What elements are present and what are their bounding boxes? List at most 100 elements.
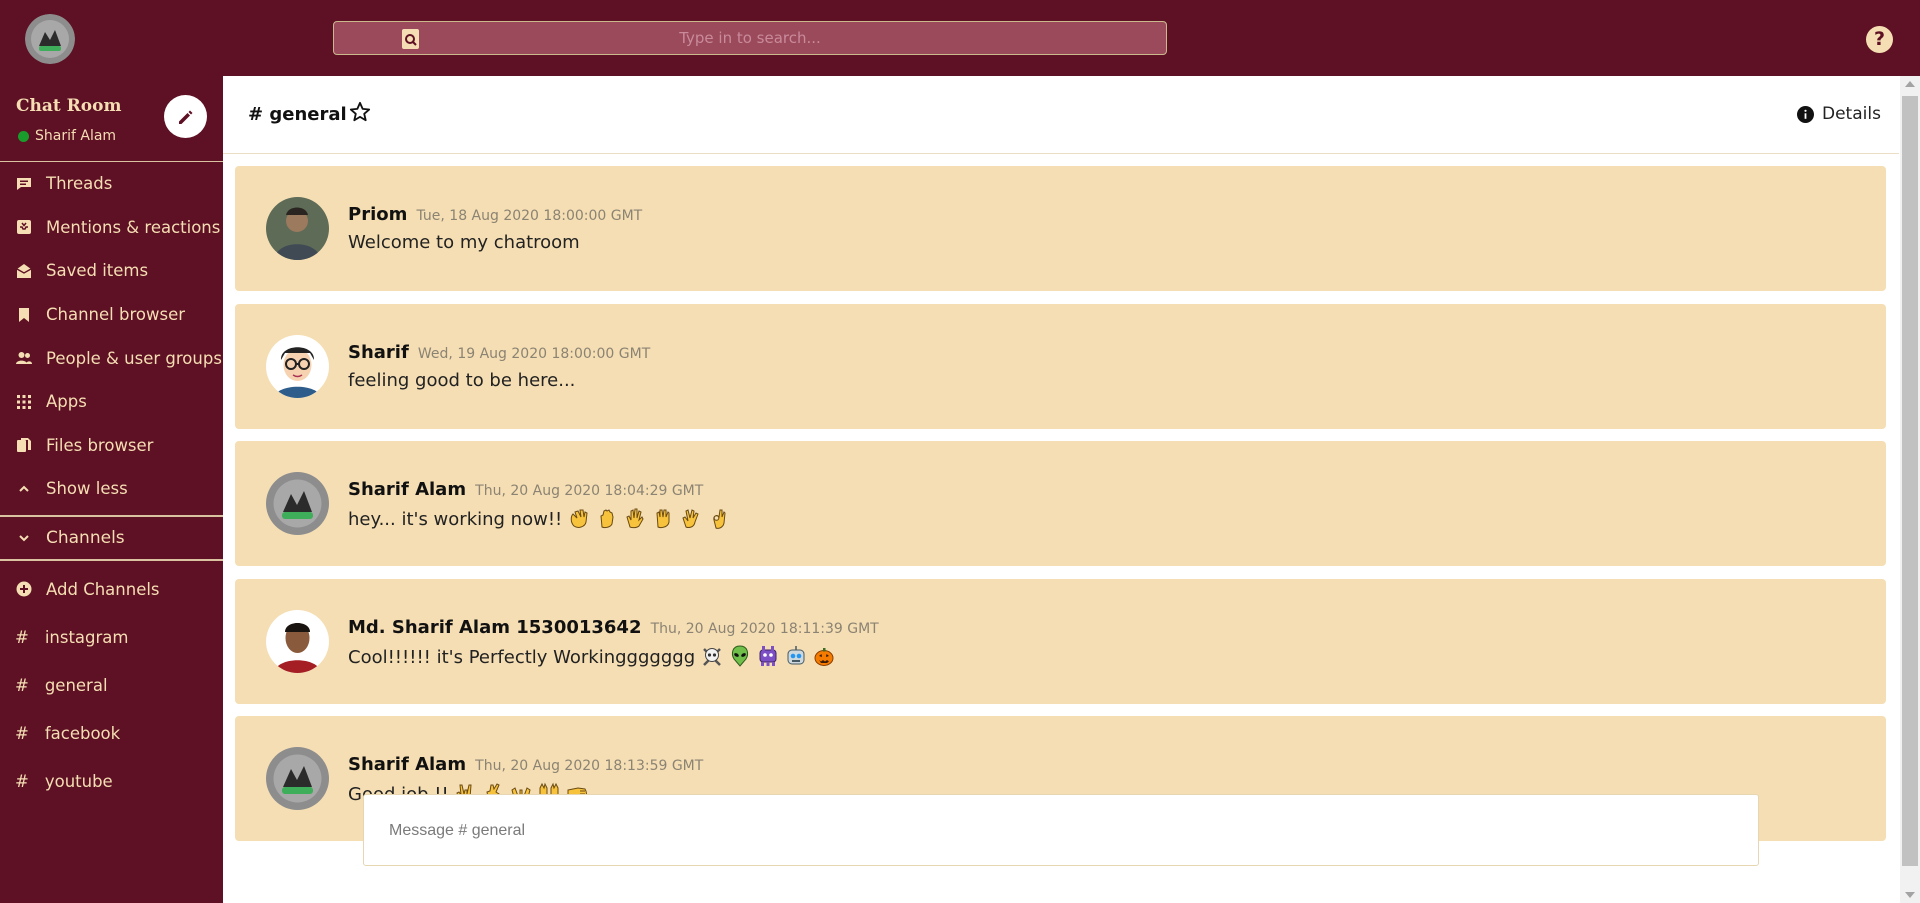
sidebar-item-people[interactable]: People & user groups: [0, 336, 223, 380]
raised-hand-icon: [652, 507, 674, 529]
workspace-avatar[interactable]: [25, 14, 75, 64]
message-timestamp: Thu, 20 Aug 2020 18:11:39 GMT: [650, 620, 879, 637]
pencil-icon: [178, 110, 192, 124]
message-item[interactable]: Sharif Wed, 19 Aug 2020 18:00:00 GMT fee…: [235, 303, 1886, 429]
message-author[interactable]: Priom: [348, 204, 407, 225]
sidebar-item-saved[interactable]: Saved items: [0, 249, 223, 293]
message-timestamp: Tue, 18 Aug 2020 18:00:00 GMT: [416, 208, 643, 224]
channel-title: # general: [248, 104, 347, 125]
vulcan-salute-icon: [680, 507, 702, 529]
sidebar-item-label: Channel browser: [46, 305, 186, 325]
message-body: hey... it's working now!!: [348, 509, 568, 530]
mentions-icon: [16, 219, 32, 235]
message-text: feeling good to be here...: [348, 370, 575, 391]
message-meta: Priom Tue, 18 Aug 2020 18:00:00 GMT: [348, 204, 642, 225]
channel-name: instagram: [44, 627, 129, 647]
hash-icon: #: [15, 723, 29, 743]
message-author[interactable]: Sharif Alam: [348, 479, 466, 500]
hash-icon: #: [15, 771, 29, 791]
message-item[interactable]: Sharif Alam Thu, 20 Aug 2020 18:04:29 GM…: [235, 441, 1886, 566]
channel-facebook[interactable]: # facebook: [0, 709, 223, 757]
add-channels-button[interactable]: Add Channels: [0, 566, 223, 612]
avatar[interactable]: [266, 334, 329, 398]
channel-list: # instagram # general # facebook # youtu…: [0, 613, 223, 805]
avatar[interactable]: [266, 197, 329, 260]
details-label: Details: [1822, 104, 1881, 124]
message-meta: Sharif Wed, 19 Aug 2020 18:00:00 GMT: [348, 342, 650, 363]
sidebar-item-label: Show less: [46, 479, 128, 499]
message-meta: Sharif Alam Thu, 20 Aug 2020 18:13:59 GM…: [348, 754, 703, 775]
channel-youtube[interactable]: # youtube: [0, 757, 223, 805]
avatar[interactable]: [266, 609, 329, 673]
jack-o-lantern-icon: [813, 645, 835, 667]
channel-general[interactable]: # general: [0, 661, 223, 709]
saved-icon: [16, 263, 32, 279]
people-icon: [16, 350, 32, 366]
message-text: Cool!!!!!! it's Perfectly Workinggggggg: [348, 644, 841, 668]
raised-back-hand-icon: [596, 507, 618, 529]
star-icon[interactable]: [349, 101, 371, 123]
plus-circle-icon: [16, 581, 32, 597]
message-list: Priom Tue, 18 Aug 2020 18:00:00 GMT Welc…: [235, 166, 1886, 854]
message-timestamp: Thu, 20 Aug 2020 18:04:29 GMT: [475, 483, 704, 499]
skull-crossbones-icon: [701, 645, 723, 667]
top-bar: ?: [0, 0, 1920, 76]
scrollbar[interactable]: [1900, 76, 1920, 903]
sidebar-item-channel-browser[interactable]: Channel browser: [0, 293, 223, 337]
message-item[interactable]: Priom Tue, 18 Aug 2020 18:00:00 GMT Welc…: [235, 166, 1886, 291]
alien-monster-icon: [757, 645, 779, 667]
channel-name: youtube: [44, 771, 113, 791]
avatar[interactable]: [266, 747, 329, 810]
waving-hand-icon: [568, 507, 590, 529]
threads-icon: [16, 176, 32, 192]
current-user: Sharif Alam: [18, 128, 116, 144]
bookmark-icon: [16, 307, 32, 323]
message-composer[interactable]: [363, 794, 1759, 866]
sidebar-item-label: Apps: [46, 392, 87, 412]
message-text: hey... it's working now!!: [348, 507, 736, 530]
sidebar-item-files[interactable]: Files browser: [0, 424, 223, 468]
chevron-up-icon: [16, 481, 32, 497]
main-panel: # general Details Priom Tue, 18 Aug 2020…: [223, 76, 1899, 903]
sidebar-item-threads[interactable]: Threads: [0, 162, 223, 206]
sidebar-item-apps[interactable]: Apps: [0, 380, 223, 424]
sidebar-item-label: Mentions & reactions: [46, 217, 221, 237]
details-button[interactable]: Details: [1797, 104, 1881, 124]
search-icon[interactable]: [400, 28, 422, 50]
sidebar-item-mentions[interactable]: Mentions & reactions: [0, 206, 223, 250]
message-input[interactable]: [389, 817, 1729, 845]
sidebar-item-label: Files browser: [46, 435, 154, 455]
scroll-down-icon[interactable]: [1905, 892, 1915, 898]
message-timestamp: Thu, 20 Aug 2020 18:13:59 GMT: [475, 758, 704, 774]
online-status-icon: [18, 130, 29, 142]
alien-icon: [729, 644, 751, 667]
apps-icon: [16, 394, 32, 410]
sidebar: Chat Room Sharif Alam Threads Mentions &…: [0, 76, 223, 903]
message-meta: Md. Sharif Alam 1530013642 Thu, 20 Aug 2…: [348, 617, 879, 638]
sidebar-item-show-less[interactable]: Show less: [0, 467, 223, 511]
message-author[interactable]: Md. Sharif Alam 1530013642: [348, 617, 641, 638]
channel-header: # general Details: [223, 76, 1899, 154]
chevron-down-icon: [16, 530, 32, 546]
compose-button[interactable]: [164, 95, 207, 138]
message-author[interactable]: Sharif: [348, 342, 409, 363]
scrollbar-thumb[interactable]: [1902, 96, 1918, 866]
hand-splayed-icon: [624, 507, 646, 529]
message-item[interactable]: Md. Sharif Alam 1530013642 Thu, 20 Aug 2…: [235, 578, 1886, 704]
sidebar-item-label: Threads: [46, 174, 113, 194]
sidebar-item-label: Saved items: [46, 261, 149, 281]
sidebar-item-label: People & user groups: [46, 348, 222, 368]
search-bar[interactable]: [333, 21, 1167, 55]
help-icon[interactable]: ?: [1866, 26, 1893, 53]
channel-name: general: [44, 675, 108, 695]
channel-instagram[interactable]: # instagram: [0, 613, 223, 661]
scroll-up-icon[interactable]: [1905, 81, 1915, 87]
message-text: Welcome to my chatroom: [348, 232, 580, 253]
robot-icon: [785, 645, 807, 667]
channel-name: facebook: [44, 723, 121, 743]
message-author[interactable]: Sharif Alam: [348, 754, 466, 775]
search-input[interactable]: [430, 24, 1150, 52]
avatar[interactable]: [266, 472, 329, 535]
message-body: Welcome to my chatroom: [348, 232, 580, 253]
channels-section-toggle[interactable]: Channels: [0, 515, 223, 561]
